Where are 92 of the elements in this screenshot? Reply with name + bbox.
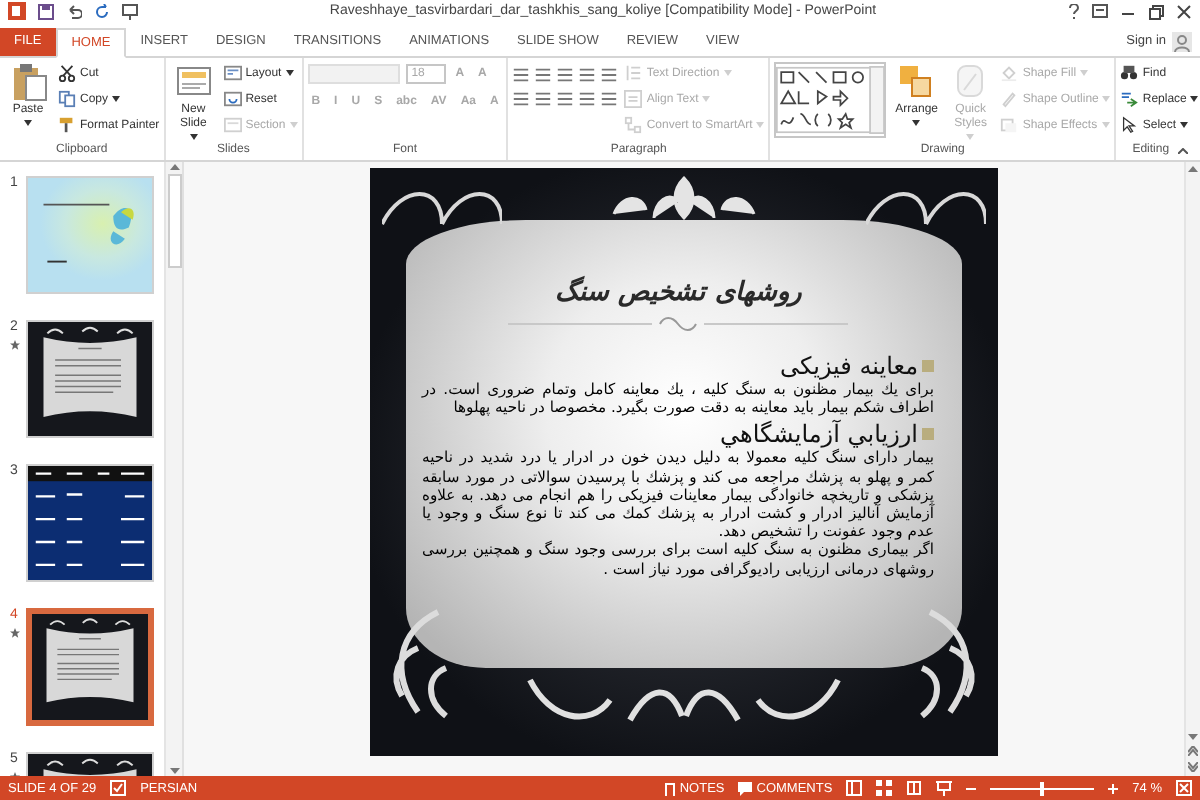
smartart-icon: [624, 116, 643, 135]
clipboard-icon: [8, 61, 48, 102]
caret-icon: [112, 96, 121, 103]
slide-title: روشهای تشخیص سنگ: [552, 276, 804, 308]
undo-button[interactable]: [66, 3, 82, 20]
collapse-ribbon-icon: [1177, 147, 1188, 153]
increase-indent-icon: [578, 65, 597, 84]
effects-icon: [1000, 116, 1019, 135]
caret-icon: [912, 119, 921, 126]
caret-icon: [289, 122, 298, 129]
slideshow-button[interactable]: [122, 3, 138, 20]
cursor-icon: [1120, 116, 1139, 135]
zoom-slider-thumb[interactable]: [1040, 781, 1045, 795]
screen-icon: [122, 3, 138, 20]
comment-icon: [738, 781, 753, 795]
caret-icon: [285, 70, 294, 77]
slide-thumbnail[interactable]: [26, 176, 154, 294]
columns-icon: [600, 89, 619, 108]
paint-bucket-icon: [1000, 64, 1019, 83]
grid-view-icon: [876, 780, 893, 796]
pen-icon: [1000, 90, 1019, 109]
section-icon: [223, 116, 242, 135]
scrollbar[interactable]: [164, 162, 182, 776]
numbering-icon: [534, 65, 553, 84]
caret-icon: [1190, 96, 1199, 103]
align-left-icon: [512, 89, 531, 108]
help-icon: [1068, 3, 1080, 20]
next-slide-icon: [1188, 762, 1198, 772]
previous-slide-icon: [1188, 746, 1198, 756]
align-right-icon: [556, 89, 575, 108]
caret-icon: [723, 70, 732, 77]
replace-icon: [1120, 90, 1139, 109]
notes-icon: [663, 781, 676, 795]
slide-thumbnail[interactable]: [26, 464, 154, 582]
ribbon-display-icon: [1092, 4, 1108, 19]
restore-icon: [1148, 3, 1164, 20]
decrease-indent-icon: [556, 65, 575, 84]
slideshow-view-button[interactable]: [936, 780, 953, 796]
close-icon: [1176, 3, 1192, 20]
normal-view-icon: [846, 780, 863, 796]
caret-icon: [1180, 122, 1189, 129]
justify-icon: [578, 89, 597, 108]
fit-slide-icon: [1176, 780, 1192, 796]
maximize-button[interactable]: [1148, 3, 1164, 20]
caret-icon: [1080, 70, 1089, 77]
scroll-down-icon: [1188, 734, 1198, 740]
pages-icon: [58, 90, 76, 109]
caret-icon: [24, 119, 32, 126]
ribbon-options-button[interactable]: [1092, 4, 1108, 19]
bullet-icon: [922, 428, 934, 441]
refresh-icon: [94, 3, 110, 20]
zoom-out-icon: [966, 783, 977, 793]
redo-button[interactable]: [94, 3, 110, 20]
spell-check-icon: [110, 780, 127, 796]
scroll-up-icon: [169, 164, 179, 170]
arrange-icon: [896, 61, 937, 102]
caret-icon: [1102, 96, 1111, 103]
layout-icon: [223, 64, 242, 83]
line-spacing-icon: [600, 65, 619, 84]
section-heading: معاینه فیزیکی: [779, 352, 918, 380]
app-logo-icon: [8, 2, 26, 21]
caret-icon: [1101, 122, 1110, 129]
undo-icon: [66, 3, 82, 20]
align-center-icon: [534, 89, 553, 108]
binoculars-icon: [1120, 64, 1139, 83]
text-direction-icon: [624, 64, 643, 83]
save-button[interactable]: [38, 3, 54, 20]
bullet-icon: [922, 360, 934, 372]
reset-icon: [223, 90, 242, 109]
book-icon: [906, 780, 923, 796]
normal-view-button[interactable]: [846, 780, 863, 796]
caret-icon: [966, 133, 975, 140]
scrollbar[interactable]: [1184, 162, 1200, 776]
caret-icon: [702, 96, 711, 103]
slide-thumbnail[interactable]: [26, 320, 154, 438]
zoom-in-icon: [1108, 783, 1119, 793]
avatar-icon: [1172, 31, 1192, 52]
reading-view-button[interactable]: [906, 780, 923, 796]
presentation-icon: [936, 780, 953, 796]
brush-icon: [58, 116, 76, 135]
shapes-gallery[interactable]: [774, 61, 887, 138]
align-text-icon: [624, 90, 643, 109]
close-button[interactable]: [1176, 3, 1192, 20]
bullets-icon: [512, 65, 531, 84]
caret-icon: [189, 133, 198, 140]
slide-thumbnail[interactable]: [26, 608, 154, 726]
scroll-up-icon: [1188, 166, 1198, 172]
slide-sorter-button[interactable]: [876, 780, 893, 796]
scissors-icon: [58, 64, 76, 83]
caret-icon: [756, 122, 765, 129]
section-heading: ارزيابي آزمايشگاهي: [720, 420, 918, 449]
scroll-thumb[interactable]: [167, 174, 181, 268]
